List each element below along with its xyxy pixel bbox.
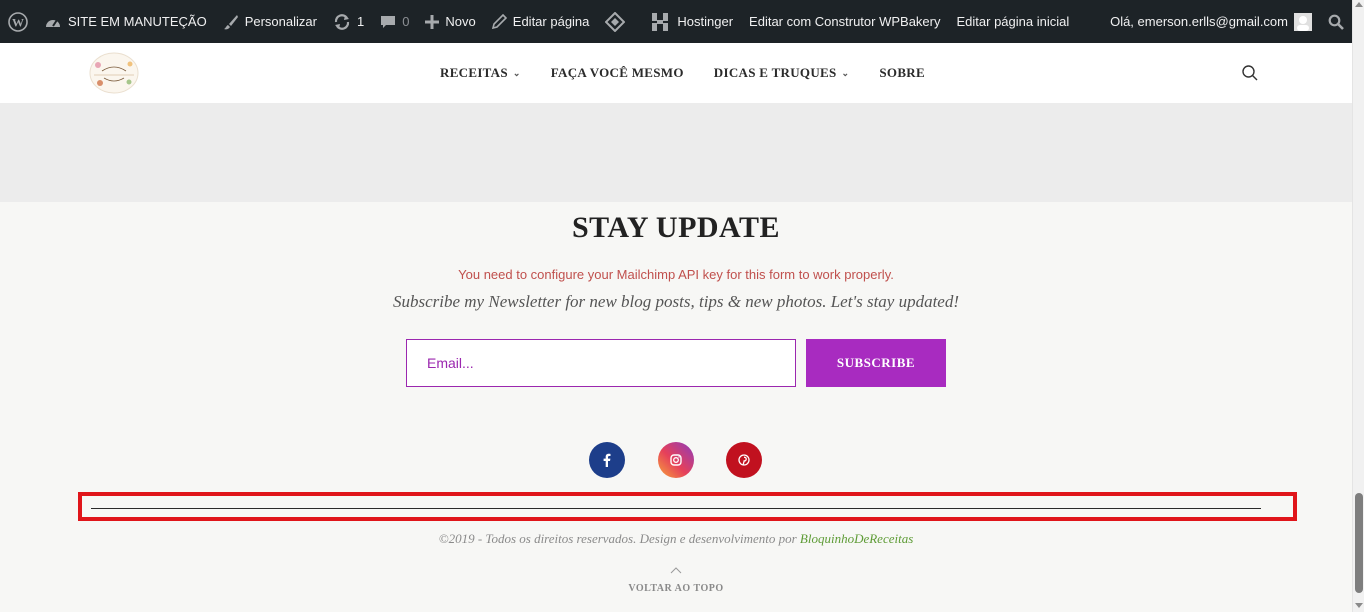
nav-item-label: DICAS E TRUQUES bbox=[713, 65, 837, 80]
updates-link[interactable]: 1 bbox=[325, 0, 372, 43]
customize-label: Personalizar bbox=[244, 14, 317, 29]
chevron-down-icon: ⌄ bbox=[512, 67, 521, 78]
pinterest-link[interactable] bbox=[726, 442, 762, 478]
hostinger-menu[interactable]: Hostinger bbox=[643, 0, 741, 43]
chevron-down-icon: ⌄ bbox=[841, 67, 850, 78]
comments-link[interactable]: 0 bbox=[372, 0, 417, 43]
nav-item-receitas[interactable]: RECEITAS ⌄ bbox=[440, 65, 521, 81]
chevron-up-icon bbox=[670, 567, 682, 574]
subscribe-button[interactable]: SUBSCRIBE bbox=[806, 339, 946, 387]
newsletter-title: STAY UPDATE bbox=[571, 211, 781, 244]
newsletter-description: Subscribe my Newsletter for new blog pos… bbox=[392, 292, 960, 311]
instagram-icon bbox=[670, 454, 682, 466]
nav-item-label: SOBRE bbox=[879, 65, 925, 80]
wordpress-icon: W bbox=[8, 11, 28, 32]
content-area bbox=[0, 103, 1352, 202]
highlight-box bbox=[78, 492, 1297, 521]
comment-bubble-icon bbox=[380, 14, 396, 30]
email-field[interactable] bbox=[406, 339, 796, 387]
updates-count: 1 bbox=[356, 14, 365, 29]
site-name-menu[interactable]: SITE EM MANUTEÇÃO bbox=[36, 0, 215, 43]
hostinger-icon bbox=[651, 12, 669, 32]
back-to-top-button[interactable]: VOLTAR AO TOPO bbox=[0, 566, 1352, 596]
avatar bbox=[1294, 12, 1312, 31]
edit-home-label: Editar página inicial bbox=[956, 14, 1070, 29]
scroll-up-arrow-icon[interactable] bbox=[1355, 2, 1363, 7]
edit-page-label: Editar página bbox=[512, 14, 590, 29]
edit-home-link[interactable]: Editar página inicial bbox=[949, 0, 1078, 43]
wpbakery-edit-link[interactable]: Editar com Construtor WPBakery bbox=[741, 0, 948, 43]
comments-count: 0 bbox=[402, 14, 410, 29]
search-icon[interactable] bbox=[1241, 64, 1259, 82]
site-logo[interactable] bbox=[88, 51, 140, 95]
pencil-icon bbox=[491, 14, 507, 29]
nav-item-label: FAÇA VOCÊ MESMO bbox=[550, 65, 684, 80]
wpbakery-diamond-link[interactable] bbox=[597, 0, 633, 43]
pinterest-icon bbox=[738, 454, 750, 466]
scroll-down-arrow-icon[interactable] bbox=[1355, 603, 1363, 608]
dashboard-gauge-icon bbox=[44, 14, 62, 30]
nav-item-faca-voce-mesmo[interactable]: FAÇA VOCÊ MESMO bbox=[551, 65, 684, 81]
plus-icon bbox=[425, 14, 440, 29]
diamond-icon bbox=[605, 11, 626, 32]
admin-search-button[interactable] bbox=[1320, 0, 1352, 43]
page-scrollbar[interactable] bbox=[1352, 0, 1364, 612]
wordpress-logo-button[interactable]: W bbox=[0, 0, 36, 43]
new-label: Novo bbox=[445, 14, 476, 29]
mailchimp-warning: You need to configure your Mailchimp API… bbox=[458, 267, 894, 282]
copyright-label: ©2019 - Todos os direitos reservados. De… bbox=[438, 531, 800, 546]
admin-bar-right: Olá, emerson.erlls@gmail.com bbox=[1102, 0, 1352, 43]
facebook-link[interactable] bbox=[589, 442, 625, 478]
nav-item-sobre[interactable]: SOBRE bbox=[879, 65, 925, 81]
copyright-text: ©2019 - Todos os direitos reservados. De… bbox=[0, 531, 1352, 547]
search-icon bbox=[1328, 14, 1344, 30]
facebook-icon bbox=[603, 453, 611, 467]
new-content-menu[interactable]: Novo bbox=[417, 0, 483, 43]
back-to-top-label: VOLTAR AO TOPO bbox=[628, 583, 724, 594]
scrollbar-thumb[interactable] bbox=[1355, 493, 1363, 593]
instagram-link[interactable] bbox=[658, 442, 694, 478]
customize-link[interactable]: Personalizar bbox=[215, 0, 325, 43]
copyright-link[interactable]: BloquinhoDeReceitas bbox=[800, 531, 913, 546]
account-menu[interactable]: Olá, emerson.erlls@gmail.com bbox=[1102, 0, 1320, 43]
brush-icon bbox=[223, 14, 239, 30]
nav-item-label: RECEITAS bbox=[440, 65, 508, 80]
svg-text:W: W bbox=[12, 15, 24, 29]
wp-admin-bar: W SITE EM MANUTEÇÃO Personalizar 1 0 Nov… bbox=[0, 0, 1352, 43]
updates-icon bbox=[333, 13, 351, 31]
footer-divider bbox=[91, 508, 1261, 509]
main-nav: RECEITAS ⌄ FAÇA VOCÊ MESMO DICAS E TRUQU… bbox=[440, 43, 925, 103]
site-header: RECEITAS ⌄ FAÇA VOCÊ MESMO DICAS E TRUQU… bbox=[0, 43, 1352, 103]
edit-page-link[interactable]: Editar página bbox=[484, 0, 598, 43]
greeting-label: Olá, emerson.erlls@gmail.com bbox=[1110, 14, 1288, 29]
nav-item-dicas-e-truques[interactable]: DICAS E TRUQUES ⌄ bbox=[714, 65, 850, 81]
hostinger-label: Hostinger bbox=[677, 14, 734, 29]
wpbakery-label: Editar com Construtor WPBakery bbox=[749, 14, 941, 29]
site-name-label: SITE EM MANUTEÇÃO bbox=[68, 14, 207, 29]
